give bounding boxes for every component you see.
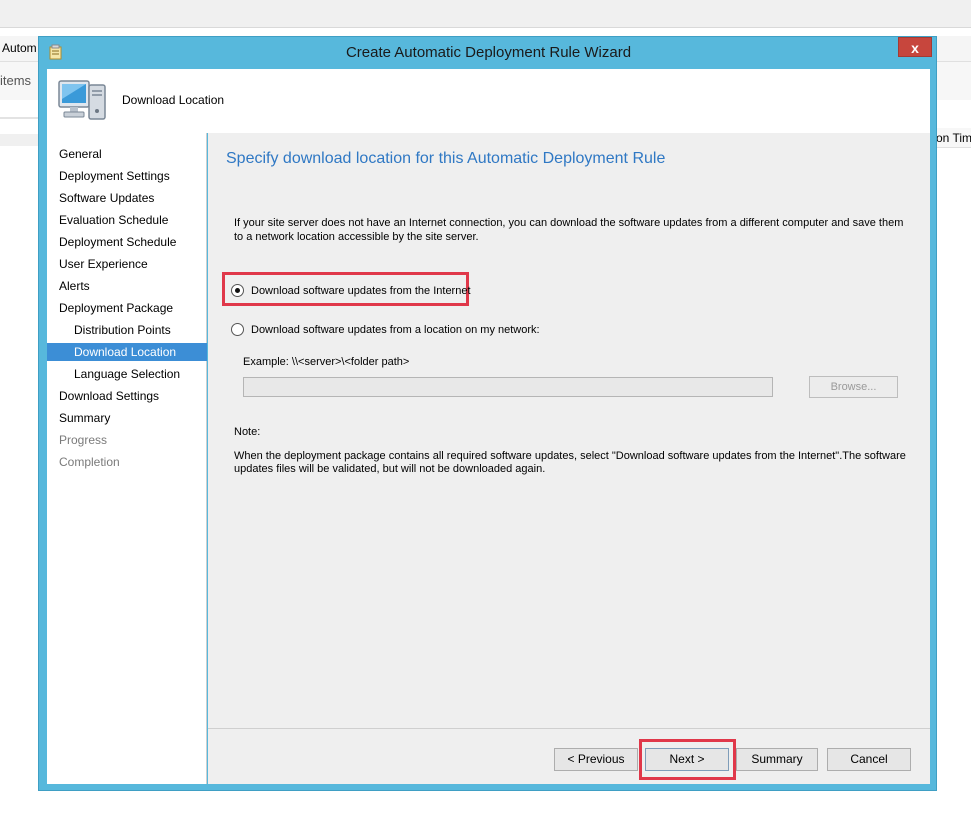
option-internet-label[interactable]: Download software updates from the Inter… [251,285,471,297]
content-heading: Specify download location for this Autom… [226,150,666,167]
nav-item-deployment-schedule[interactable]: Deployment Schedule [47,233,207,251]
previous-button[interactable]: < Previous [554,748,638,771]
nav-item-user-experience[interactable]: User Experience [47,255,207,273]
option-internet-row[interactable]: Download software updates from the Inter… [231,284,471,297]
nav-item-software-updates[interactable]: Software Updates [47,189,207,207]
option-network-radio[interactable] [231,323,244,336]
computer-icon [58,80,106,120]
cancel-button[interactable]: Cancel [827,748,911,771]
close-button[interactable]: x [898,37,932,57]
network-path-input[interactable] [243,377,773,397]
background-tab[interactable]: Autom [0,36,40,62]
next-button[interactable]: Next > [645,748,729,771]
window-title: Create Automatic Deployment Rule Wizard [345,44,632,61]
nav-item-distribution-points[interactable]: Distribution Points [47,321,207,339]
content-description: If your site server does not have an Int… [234,217,904,243]
nav-item-summary[interactable]: Summary [47,409,207,427]
browse-button[interactable]: Browse... [809,376,898,398]
background-tab-label: Autom [2,41,37,55]
path-example-label: Example: \\<server>\<folder path> [243,356,410,368]
background-divider [0,117,40,119]
background-items-label: items [0,73,32,88]
nav-item-evaluation-schedule[interactable]: Evaluation Schedule [47,211,207,229]
summary-button[interactable]: Summary [736,748,818,771]
background-list-header [0,134,40,146]
option-network-label[interactable]: Download software updates from a locatio… [251,324,540,336]
nav-item-language-selection[interactable]: Language Selection [47,365,207,383]
note-text: When the deployment package contains all… [234,450,906,475]
nav-item-deployment-settings[interactable]: Deployment Settings [47,167,207,185]
page-title: Download Location [122,93,225,107]
nav-item-download-location[interactable]: Download Location [47,343,207,361]
background-column-header[interactable]: on Tim [936,128,971,148]
background-items-bar: items [0,62,40,100]
note-label: Note: [234,426,261,438]
nav-item-completion: Completion [59,455,120,469]
option-network-row[interactable]: Download software updates from a locatio… [231,323,540,336]
wizard-content: Specify download location for this Autom… [208,133,930,728]
wizard-footer: < Previous Next > Summary Cancel [208,728,930,784]
nav-item-general[interactable]: General [47,145,207,163]
nav-item-download-settings[interactable]: Download Settings [47,387,207,405]
wizard-steps-nav: General Deployment Settings Software Upd… [47,133,207,784]
background-right-bar [936,62,971,100]
background-toolbar [0,0,971,28]
nav-item-deployment-package[interactable]: Deployment Package [47,299,207,317]
wizard-header: Download Location [47,69,930,133]
option-internet-radio[interactable] [231,284,244,297]
background-right-toolbar [936,36,971,62]
background-column-header-label: on Tim [936,131,971,145]
nav-item-alerts[interactable]: Alerts [47,277,207,295]
nav-item-progress: Progress [59,433,108,447]
wizard-dialog: Create Automatic Deployment Rule Wizard … [38,36,937,791]
